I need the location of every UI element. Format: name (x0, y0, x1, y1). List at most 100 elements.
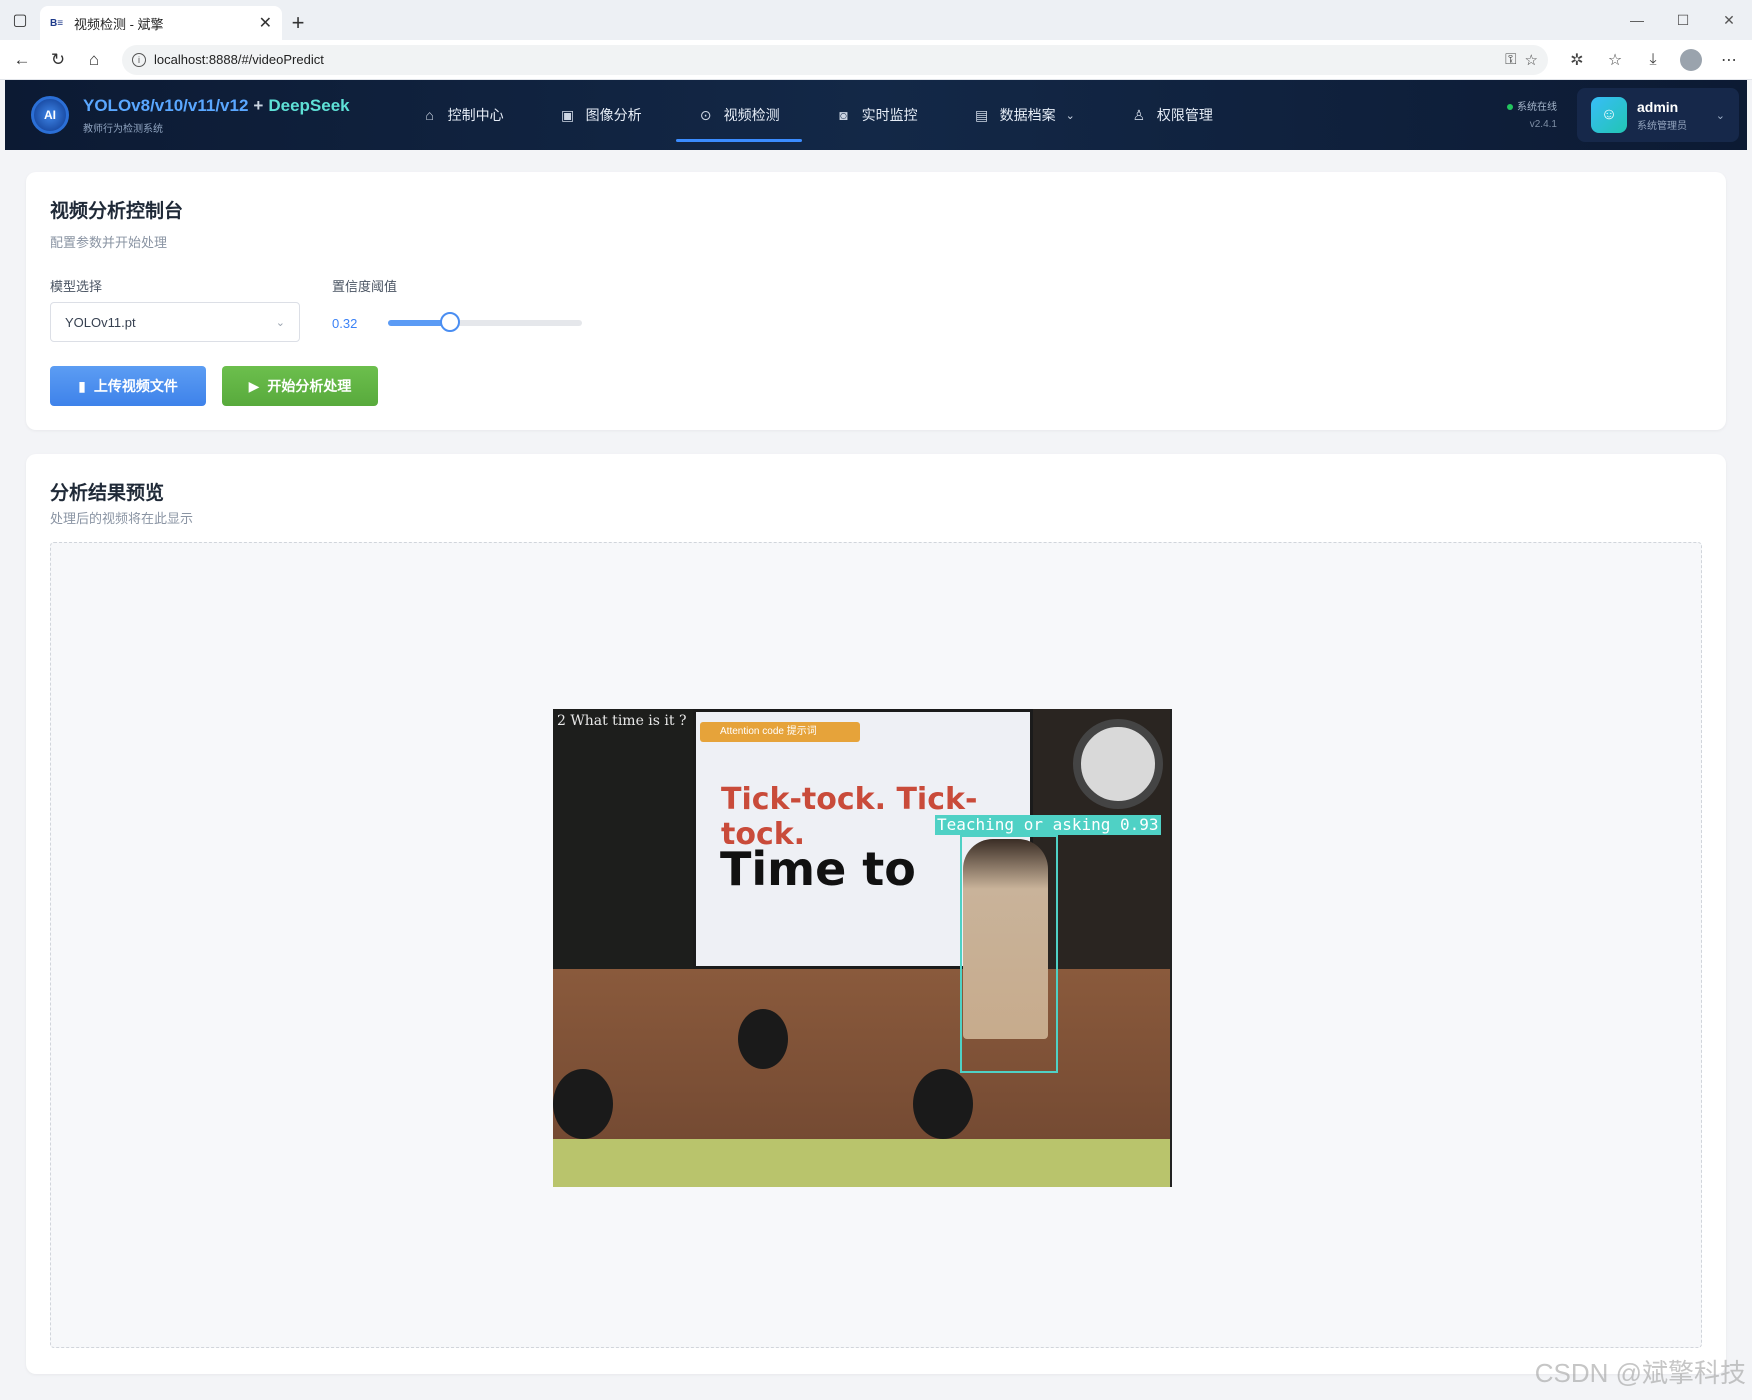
home-browser-icon[interactable]: ⌂ (78, 44, 110, 76)
user-icon: ♙ (1132, 106, 1146, 123)
wall-clock (1073, 719, 1163, 809)
extensions-icon[interactable]: ✲ (1560, 44, 1594, 76)
student-head (913, 1069, 973, 1139)
control-subtitle: 配置参数并开始处理 (50, 235, 168, 250)
nav-dashboard[interactable]: ⌂ 控制中心 (400, 80, 526, 150)
sidebar-toggle-icon[interactable]: ▢ (0, 0, 40, 40)
user-role: 系统管理员 (1637, 120, 1687, 132)
csdn-watermark: CSDN @斌擎科技 (1534, 1358, 1746, 1388)
address-bar: ← ↻ ⌂ i localhost:8888/#/videoPredict ⚿ … (0, 40, 1752, 80)
more-icon[interactable]: ⋯ (1712, 44, 1746, 76)
nav-image-analysis[interactable]: ▣ 图像分析 (538, 80, 664, 150)
tab-bar: ▢ B≡ 视频检测 - 斌擎 ✕ + — ☐ ✕ (0, 0, 1752, 40)
status-text: 系统在线 (1517, 102, 1557, 113)
upload-label: 上传视频文件 (93, 378, 178, 394)
minimize-icon[interactable]: — (1614, 0, 1660, 40)
camera-icon: ◙ (839, 107, 848, 123)
start-label: 开始分析处理 (267, 378, 352, 394)
star-icon[interactable]: ☆ (1525, 51, 1538, 69)
chevron-down-icon: ⌄ (1065, 109, 1075, 122)
brand-subtitle: 教师行为检测系统 (83, 123, 163, 135)
model-value: YOLOv11.pt (65, 314, 136, 330)
new-tab-button[interactable]: + (282, 6, 314, 40)
student-head (738, 1009, 788, 1069)
nav-label: 图像分析 (585, 107, 642, 123)
nav-permissions[interactable]: ♙ 权限管理 (1109, 80, 1235, 150)
chalk-text: 2 What time is it ? (557, 713, 687, 729)
chevron-down-icon: ⌄ (275, 316, 285, 329)
brand-title: YOLOv8/v10/v11/v12 + DeepSeek (83, 96, 350, 116)
chevron-down-icon: ⌄ (1715, 109, 1725, 122)
nav-label: 控制中心 (447, 107, 504, 123)
upload-video-button[interactable]: ▮ 上传视频文件 (50, 366, 206, 406)
nav-label: 权限管理 (1156, 107, 1213, 123)
brand: YOLOv8/v10/v11/v12 + DeepSeek 教师行为检测系统 (83, 96, 350, 135)
board-text-2: Time to (720, 842, 916, 896)
detection-box (960, 835, 1058, 1073)
user-avatar-icon: ☺ (1591, 97, 1627, 133)
nav-label: 数据档案 (999, 107, 1056, 123)
browser-tab[interactable]: B≡ 视频检测 - 斌擎 ✕ (40, 6, 282, 40)
play-circle-icon: ⊙ (699, 106, 712, 123)
favicon-icon: B≡ (50, 17, 64, 29)
brand-plus: + (253, 95, 264, 115)
document-icon: ▤ (975, 106, 989, 123)
classroom-scene: 2 What time is it ? Attention code 提示词 T… (553, 709, 1171, 1187)
control-title: 视频分析控制台 (50, 201, 184, 222)
brand-yolo: YOLOv8/v10/v11/v12 (83, 95, 249, 115)
main-nav: ⌂ 控制中心 ▣ 图像分析 ⊙ 视频检测 ◙ 实时监控 ▤ 数据档案 ⌄ ♙ 权… (400, 80, 1247, 150)
home-icon: ⌂ (425, 107, 434, 123)
key-icon[interactable]: ⚿ (1505, 51, 1516, 68)
url-field[interactable]: i localhost:8888/#/videoPredict ⚿ ☆ (122, 44, 1548, 75)
user-name: admin (1637, 98, 1679, 115)
video-frame[interactable]: 2 What time is it ? Attention code 提示词 T… (553, 709, 1171, 1187)
user-menu[interactable]: ☺ admin 系统管理员 ⌄ (1577, 88, 1739, 142)
version-text: v2.4.1 (1529, 119, 1557, 130)
logo-icon: AI (31, 96, 69, 134)
close-window-icon[interactable]: ✕ (1706, 0, 1752, 40)
attention-banner: Attention code 提示词 (700, 722, 860, 742)
tab-title: 视频检测 - 斌擎 (74, 16, 164, 32)
window-controls: — ☐ ✕ (1614, 0, 1752, 40)
reload-icon[interactable]: ↻ (42, 44, 74, 76)
close-tab-icon[interactable]: ✕ (259, 13, 272, 33)
favorites-icon[interactable]: ☆ (1598, 44, 1632, 76)
student-head (553, 1069, 613, 1139)
frame-divider (1170, 709, 1172, 1187)
status-online: 系统在线 (1507, 98, 1557, 113)
brand-deepseek: DeepSeek (268, 95, 350, 115)
nav-video-detection[interactable]: ⊙ 视频检测 (675, 80, 802, 150)
detection-label: Teaching or asking 0.93 (935, 815, 1161, 835)
model-label: 模型选择 (50, 279, 103, 294)
confidence-slider[interactable] (388, 312, 582, 332)
nav-data-archive[interactable]: ▤ 数据档案 ⌄ (952, 80, 1097, 150)
file-icon: ▮ (78, 377, 86, 394)
result-title: 分析结果预览 (50, 483, 165, 504)
site-info-icon[interactable]: i (132, 52, 146, 67)
confidence-value: 0.32 (332, 316, 358, 331)
result-preview-card: 分析结果预览 处理后的视频将在此显示 2 What time is it ? A… (26, 454, 1726, 1374)
play-icon: ▶ (248, 377, 260, 394)
image-icon: ▣ (561, 106, 575, 123)
browser-window: ▢ B≡ 视频检测 - 斌擎 ✕ + — ☐ ✕ ← ↻ ⌂ i localho… (0, 0, 1752, 1400)
nav-realtime-monitor[interactable]: ◙ 实时监控 (814, 80, 940, 150)
profile-avatar[interactable] (1674, 44, 1708, 76)
slider-handle[interactable] (440, 312, 461, 332)
blackboard: 2 What time is it ? (553, 709, 693, 979)
nav-label: 实时监控 (861, 107, 918, 123)
system-status: 系统在线 v2.4.1 (1507, 98, 1557, 130)
classroom-desk (553, 1139, 1171, 1187)
result-subtitle: 处理后的视频将在此显示 (50, 511, 194, 526)
app-header: AI YOLOv8/v10/v11/v12 + DeepSeek 教师行为检测系统 … (5, 80, 1747, 150)
status-dot-icon (1507, 104, 1513, 110)
confidence-label: 置信度阈值 (332, 279, 398, 294)
url-text: localhost:8888/#/videoPredict (154, 52, 324, 67)
control-panel-card: 视频分析控制台 配置参数并开始处理 模型选择 置信度阈值 YOLOv11.pt … (26, 172, 1726, 430)
nav-label: 视频检测 (723, 107, 780, 123)
back-icon[interactable]: ← (6, 44, 38, 76)
maximize-icon[interactable]: ☐ (1660, 0, 1706, 40)
model-select[interactable]: YOLOv11.pt ⌄ (50, 302, 300, 342)
start-analysis-button[interactable]: ▶ 开始分析处理 (222, 366, 378, 406)
download-icon[interactable]: ⤓ (1636, 44, 1670, 76)
video-preview-area: 2 What time is it ? Attention code 提示词 T… (50, 542, 1702, 1348)
